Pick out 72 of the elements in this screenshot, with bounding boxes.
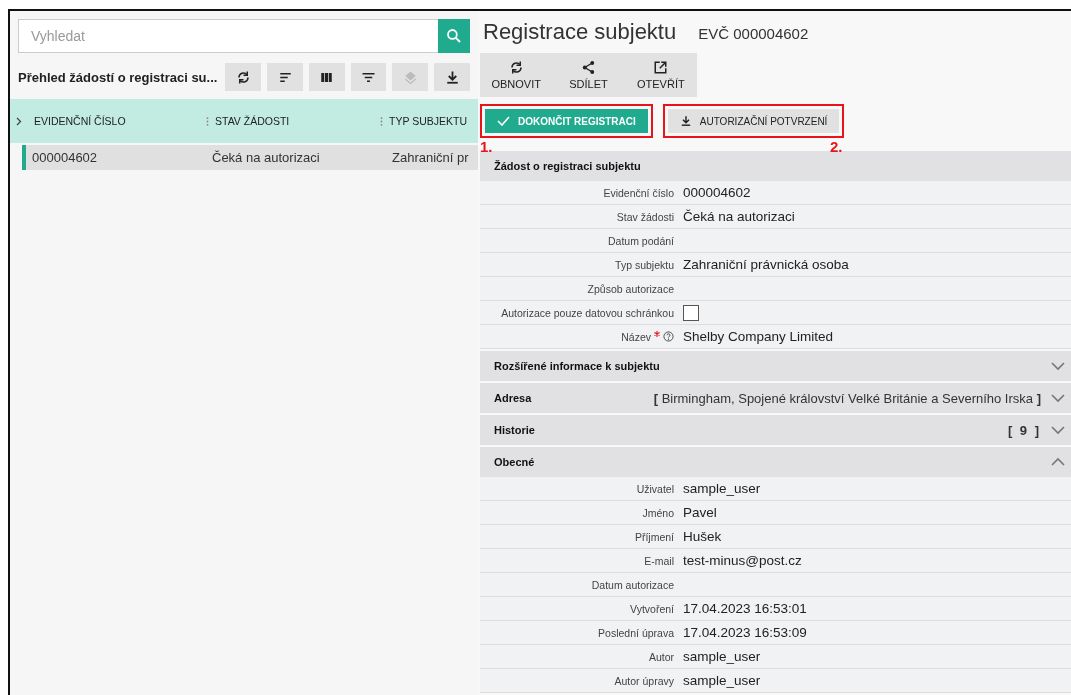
page-title: Registrace subjektu [483, 19, 677, 45]
field-label: Datum autorizace [591, 578, 674, 591]
table-cell: 000004602 [32, 150, 98, 165]
field-label: Autor úpravy [614, 674, 674, 687]
section-header[interactable]: Obecné [480, 447, 1071, 477]
section-header[interactable]: Historie [ 9 ] [480, 415, 1071, 445]
column-resize-handle[interactable] [206, 116, 209, 126]
field-label: Autorizace pouze datovou schránkou [501, 306, 674, 319]
section-summary: [ Birmingham, Spojené království Velké Británie a Severního Irska ] [653, 390, 1041, 406]
share-icon [581, 60, 596, 75]
refresh-icon [508, 60, 524, 75]
section-header[interactable]: Adresa [ Birmingham, Spojené království Velké Británie a Severního Irska ] [480, 383, 1071, 413]
download-icon [679, 115, 692, 127]
field-label: Poslední úprava [598, 626, 674, 639]
toolbar-button[interactable] [308, 63, 345, 91]
check-icon [497, 116, 510, 126]
toolbar-button[interactable]: OBNOVIT [480, 53, 553, 97]
toolbar-button[interactable] [267, 63, 303, 91]
field-value: 000004602 [683, 185, 751, 200]
layers-icon [402, 69, 418, 85]
table-cell: Zahraniční pr [392, 150, 469, 165]
item-count: [ 9 ] [1007, 422, 1041, 438]
chevron-down-icon[interactable] [1051, 361, 1065, 371]
table-cell: Čeká na autorizaci [212, 150, 320, 165]
section-header: Žádost o registraci subjektu [480, 151, 1071, 181]
action-button[interactable]: AUTORIZAČNÍ POTVRZENÍ [667, 109, 840, 133]
field-value: Pavel [683, 505, 717, 520]
field-label: E-mail [644, 554, 674, 567]
field-value: 17.04.2023 16:53:01 [683, 601, 807, 616]
field-value: sample_user [683, 649, 761, 664]
column-resize-handle[interactable] [380, 116, 383, 126]
toolbar-button[interactable] [225, 63, 262, 91]
field-value: Zahraniční právnická osoba [683, 257, 849, 272]
toolbar-button[interactable] [434, 63, 470, 91]
field-value: sample_user [683, 481, 761, 496]
column-header[interactable]: EVIDENČNÍ ČÍSLO [34, 115, 126, 127]
field-label: Evidenční číslo [603, 186, 674, 199]
refresh-icon [235, 69, 251, 85]
toolbar-button[interactable]: OTEVŘÍT [624, 53, 697, 97]
field-value: Shelby Company Limited [683, 329, 834, 344]
field-label: Typ subjektu [615, 258, 674, 271]
field-label: Autor [648, 650, 674, 663]
search-button[interactable] [438, 19, 470, 53]
checkbox[interactable] [683, 304, 699, 321]
help-icon[interactable] [663, 331, 674, 342]
field-label: Vytvoření [630, 602, 674, 615]
field-value: test-minus@post.cz [683, 553, 802, 568]
field-label: Jméno [642, 506, 674, 519]
external-link-icon [653, 60, 669, 75]
field-value: 17.04.2023 16:53:09 [683, 625, 807, 640]
download-icon [444, 69, 460, 85]
field-label: Způsob autorizace [587, 282, 674, 295]
column-header[interactable]: STAV ŽÁDOSTI [215, 115, 290, 127]
field-value: Hušek [683, 529, 722, 544]
field-label: Stav žádosti [616, 210, 674, 223]
record-number: EVČ 000004602 [698, 25, 809, 42]
field-label: Název [621, 330, 651, 343]
field-label: Uživatel [636, 482, 674, 495]
section-header[interactable]: Rozšířené informace k subjektu [480, 351, 1071, 381]
field-value: Čeká na autorizaci [683, 209, 795, 224]
column-header[interactable]: TYP SUBJEKTU [389, 115, 467, 127]
chevron-down-icon[interactable] [1051, 393, 1065, 403]
chevron-right-icon[interactable] [16, 116, 22, 126]
field-value: sample_user [683, 673, 761, 688]
field-label: Příjmení [634, 530, 674, 543]
chevron-up-icon[interactable] [1051, 457, 1065, 467]
chevron-down-icon[interactable] [1051, 425, 1065, 435]
search-field[interactable]: Vyhledat [18, 19, 438, 53]
field-label: Datum podání [608, 234, 674, 247]
list-title: Přehled žádostí o registraci su... [18, 69, 218, 85]
toolbar-button[interactable]: SDÍLET [552, 53, 625, 97]
search-icon [446, 28, 462, 44]
